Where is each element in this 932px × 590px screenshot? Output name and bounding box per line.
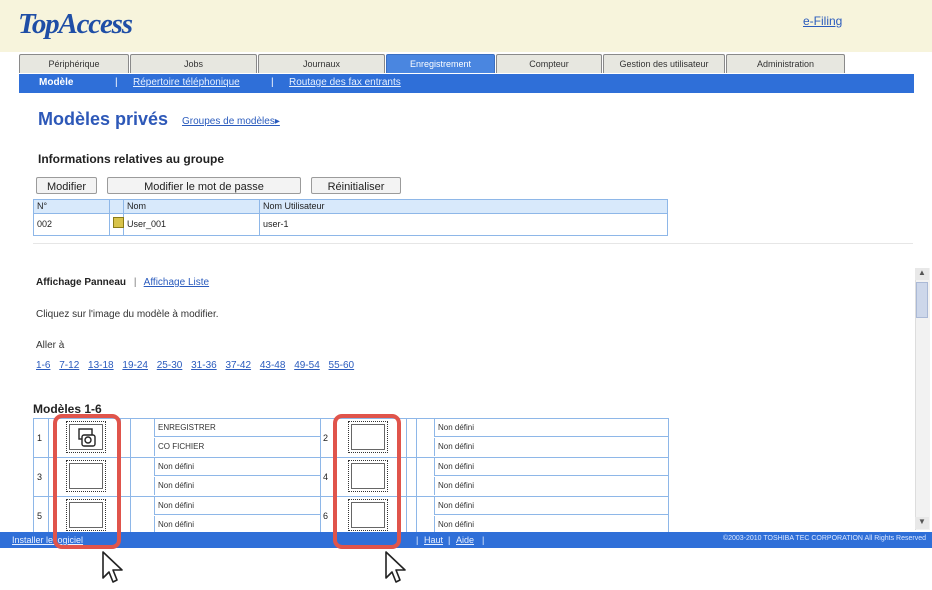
template-number: 6 <box>323 511 329 521</box>
tab-journaux[interactable]: Journaux <box>258 54 385 73</box>
header-spacer <box>110 200 124 213</box>
subnav-separator: | <box>115 77 118 88</box>
efiling-link[interactable]: e-Filing <box>803 14 842 28</box>
template-line2: Non défini <box>434 438 668 456</box>
range-link[interactable]: 49-54 <box>294 360 320 371</box>
template-number: 3 <box>37 472 43 482</box>
table-row: 002 User_001 user-1 <box>34 214 667 235</box>
cell-name-text: User_001 <box>127 219 167 229</box>
range-link[interactable]: 1-6 <box>36 360 50 371</box>
cell-no: 002 <box>34 214 110 235</box>
lock-icon <box>113 217 124 228</box>
footer-separator: | <box>416 535 419 545</box>
header-name: Nom <box>124 200 260 213</box>
scroll-down-icon[interactable]: ▼ <box>915 517 929 529</box>
subnav-routage-fax[interactable]: Routage des fax entrants <box>289 77 401 88</box>
groups-link[interactable]: Groupes de modèles▸ <box>182 116 280 127</box>
template-line1: Non défini <box>154 497 320 515</box>
group-info-table: N° Nom Nom Utilisateur 002 User_001 user… <box>33 199 668 236</box>
tab-compteur[interactable]: Compteur <box>496 54 602 73</box>
footer-separator: | <box>482 535 485 545</box>
template-line1: Non défini <box>434 419 668 437</box>
template-line1: Non défini <box>434 458 668 476</box>
subnav-modele[interactable]: Modèle <box>39 77 73 88</box>
range-link[interactable]: 55-60 <box>329 360 355 371</box>
panel-view-label: Affichage Panneau <box>36 277 127 288</box>
group-info-title: Informations relatives au groupe <box>38 152 225 166</box>
view-toggle: Affichage Panneau | Affichage Liste <box>36 277 209 288</box>
subnav-repertoire-telephonique[interactable]: Répertoire téléphonique <box>133 77 240 88</box>
copyright-text: ©2003-2010 TOSHIBA TEC CORPORATION All R… <box>722 535 926 542</box>
instruction-text: Cliquez sur l'image du modèle à modifier… <box>36 309 219 320</box>
template-line1: Non défini <box>154 458 320 476</box>
range-link[interactable]: 37-42 <box>225 360 251 371</box>
highlight-frame <box>333 414 401 549</box>
modify-button[interactable]: Modifier <box>36 177 97 194</box>
help-link[interactable]: Aide <box>456 535 474 545</box>
range-link[interactable]: 13-18 <box>88 360 114 371</box>
cell-user-name: user-1 <box>263 219 289 229</box>
footer-separator: | <box>448 535 451 545</box>
template-line2: CO FICHIER <box>154 438 320 456</box>
header-no: N° <box>34 200 110 213</box>
scroll-up-icon[interactable]: ▲ <box>915 268 929 280</box>
table-header: N° Nom Nom Utilisateur <box>34 200 667 214</box>
template-line2: Non défini <box>434 477 668 495</box>
tab-enregistrement[interactable]: Enregistrement <box>386 54 495 73</box>
highlight-frame <box>53 414 121 549</box>
range-link[interactable]: 7-12 <box>59 360 79 371</box>
subnav-separator: | <box>271 77 274 88</box>
tab-peripherique[interactable]: Périphérique <box>19 54 129 73</box>
footer-bar: Installer le logiciel | Haut | Aide | ©2… <box>0 532 932 548</box>
header-user-name: Nom Utilisateur <box>263 201 325 211</box>
change-password-button[interactable]: Modifier le mot de passe <box>107 177 301 194</box>
goto-label: Aller à <box>36 340 65 351</box>
range-link[interactable]: 25-30 <box>157 360 183 371</box>
mouse-pointer-icon <box>385 551 406 583</box>
template-number: 5 <box>37 511 43 521</box>
top-banner <box>0 0 932 52</box>
scrollbar-thumb[interactable] <box>916 282 928 318</box>
divider <box>33 243 913 244</box>
tab-jobs[interactable]: Jobs <box>130 54 257 73</box>
tab-administration[interactable]: Administration <box>726 54 845 73</box>
template-number: 1 <box>37 433 43 443</box>
page-title: Modèles privés <box>38 109 169 129</box>
range-link[interactable]: 43-48 <box>260 360 286 371</box>
template-line1: Non défini <box>434 497 668 515</box>
range-link[interactable]: 31-36 <box>191 360 217 371</box>
template-line1: ENREGISTRER <box>154 419 320 437</box>
topaccess-logo: TopAccess <box>18 8 133 40</box>
view-separator: | <box>133 277 137 288</box>
tab-gestion-utilisateurs[interactable]: Gestion des utilisateur <box>603 54 725 73</box>
template-number: 2 <box>323 433 329 443</box>
template-line2: Non défini <box>154 477 320 495</box>
top-link[interactable]: Haut <box>424 535 443 545</box>
range-links: 1-6 7-12 13-18 19-24 25-30 31-36 37-42 4… <box>36 360 360 371</box>
mouse-pointer-icon <box>102 551 123 583</box>
template-number: 4 <box>323 472 329 482</box>
list-view-link[interactable]: Affichage Liste <box>144 277 209 288</box>
sub-navigation: Modèle | Répertoire téléphonique | Routa… <box>19 74 914 93</box>
reset-button[interactable]: Réinitialiser <box>311 177 401 194</box>
range-link[interactable]: 19-24 <box>122 360 148 371</box>
cell-name: User_001 <box>110 214 260 235</box>
